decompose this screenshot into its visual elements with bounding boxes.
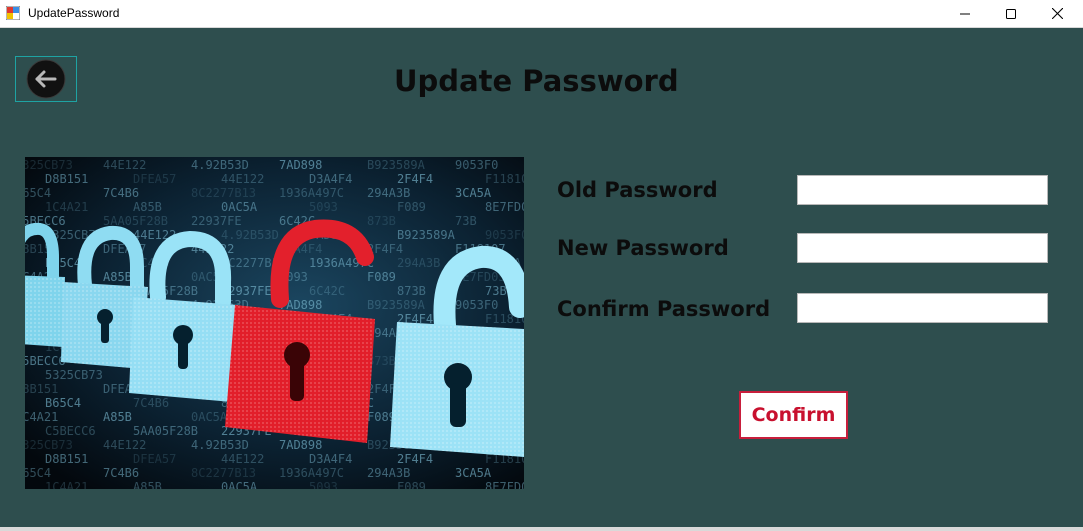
code-text: D8B151: [25, 382, 58, 396]
old-password-input[interactable]: [797, 175, 1048, 205]
code-text: 44E122: [221, 452, 264, 466]
code-text: B923589A: [367, 298, 426, 312]
window-title: UpdatePassword: [28, 6, 120, 20]
code-text: 5325CB73: [25, 158, 73, 172]
code-text: B923589A: [397, 228, 456, 242]
code-text: DFEA57: [133, 172, 176, 186]
maximize-icon: [1006, 8, 1016, 19]
code-text: 3CA5A: [455, 186, 492, 200]
code-text: 22937FE: [191, 214, 242, 228]
code-text: 44E122: [221, 172, 264, 186]
code-text: A85B: [103, 410, 132, 424]
main-panel: Update Password 5325CB7344E1224.92B53D7A…: [0, 28, 1083, 531]
code-text: 5325CB73: [25, 438, 73, 452]
window-titlebar: UpdatePassword: [0, 0, 1083, 28]
code-text: 1C4A21: [45, 200, 88, 214]
code-text: 873B: [397, 284, 426, 298]
code-text: 7C4B6: [103, 466, 139, 480]
code-text: 9053F0: [455, 158, 498, 172]
code-text: 7C4B6: [133, 396, 169, 410]
code-text: A85B: [133, 200, 162, 214]
security-lock-image: 5325CB7344E1224.92B53D7AD898B923589A9053…: [25, 157, 524, 489]
code-text: 4.92B53D: [191, 438, 249, 452]
confirm-password-input[interactable]: [797, 293, 1048, 323]
code-text: 8C2277B13: [191, 466, 256, 480]
code-text: 1936A497C: [279, 186, 344, 200]
new-password-input[interactable]: [797, 233, 1048, 263]
code-text: DFEA57: [133, 452, 176, 466]
code-text: 1936A497C: [279, 466, 344, 480]
code-text: 8E7FD052: [485, 200, 524, 214]
code-text: C5BECC6: [25, 354, 66, 368]
code-text: 2F4F4: [397, 452, 433, 466]
code-text: 0AC5A: [221, 480, 258, 489]
code-text: 73B: [485, 284, 507, 298]
close-icon: [1051, 8, 1063, 19]
old-password-label: Old Password: [557, 178, 718, 202]
code-text: 5AA05F28B: [133, 424, 198, 438]
code-text: 7AD898: [279, 438, 322, 452]
code-text: D8B151: [45, 452, 88, 466]
code-text: 4.92B53D: [221, 228, 279, 242]
code-text: 1C4A21: [45, 480, 88, 489]
code-text: F089: [397, 480, 426, 489]
code-text: B65C4: [45, 396, 81, 410]
back-button[interactable]: [15, 56, 77, 102]
code-text: B65C4: [25, 186, 51, 200]
code-text: C5BECC6: [45, 424, 96, 438]
code-text: B65C4: [25, 466, 51, 480]
close-button[interactable]: [1034, 0, 1080, 27]
arrow-left-circle-icon: [26, 59, 66, 99]
code-text: 294A3B: [367, 466, 410, 480]
code-text: 2F4F4: [397, 172, 433, 186]
confirm-button[interactable]: Confirm: [739, 391, 848, 439]
code-text: B923589A: [367, 158, 426, 172]
code-text: 5093: [309, 200, 338, 214]
code-text: 6C42C: [309, 284, 345, 298]
code-text: 294A3B: [397, 256, 440, 270]
code-text: F118107: [485, 172, 524, 186]
code-text: 73B: [455, 214, 477, 228]
app-icon: [5, 5, 21, 21]
confirm-password-label: Confirm Password: [557, 297, 771, 321]
new-password-label: New Password: [557, 236, 729, 260]
minimize-button[interactable]: [942, 0, 988, 27]
code-text: 44E122: [103, 438, 146, 452]
code-text: 7AD898: [279, 158, 322, 172]
code-text: 4.92B53D: [191, 158, 249, 172]
code-text: A85B: [103, 270, 132, 284]
code-text: 8C2277B13: [191, 186, 256, 200]
maximize-button[interactable]: [988, 0, 1034, 27]
code-text: 873B: [367, 214, 396, 228]
code-text: 44E122: [103, 158, 146, 172]
code-text: 8E7FD052: [485, 480, 524, 489]
code-text: 9053F0: [455, 298, 498, 312]
code-text: D3A4F4: [309, 172, 352, 186]
code-text: F089: [367, 270, 396, 284]
code-text: D8B151: [45, 172, 88, 186]
code-text: 0AC5A: [221, 200, 258, 214]
code-text: 9053F0: [485, 228, 524, 242]
code-text: 0AC5A: [191, 410, 228, 424]
page-title: Update Password: [394, 64, 679, 98]
code-text: 294A3B: [367, 186, 410, 200]
code-text: 3CA5A: [455, 466, 492, 480]
code-text: 1C4A21: [25, 410, 58, 424]
code-text: A85B: [133, 480, 162, 489]
code-text: 7C4B6: [103, 186, 139, 200]
code-text: F089: [397, 200, 426, 214]
code-text: 5325CB73: [45, 368, 103, 382]
window-bottom-edge: [0, 527, 1083, 531]
minimize-icon: [960, 13, 970, 14]
code-text: D3A4F4: [309, 452, 352, 466]
code-text: 5093: [309, 480, 338, 489]
